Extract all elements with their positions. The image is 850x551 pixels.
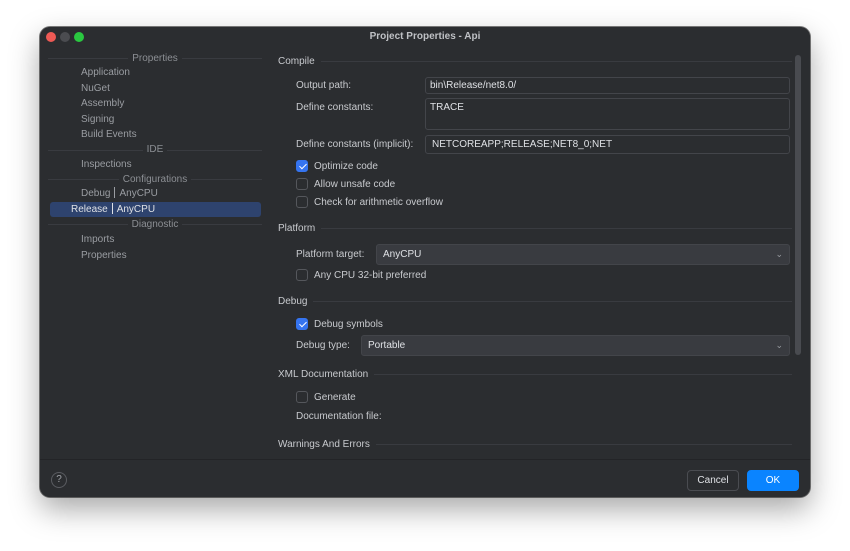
vertical-scrollbar[interactable] [795,55,801,355]
define-constants-label: Define constants: [296,102,374,113]
config-platform: AnyCPU [119,188,158,199]
ok-button[interactable]: OK [747,470,799,491]
prefer-32bit-checkbox[interactable]: Any CPU 32-bit preferred [296,269,426,281]
debug-symbols-checkbox[interactable]: Debug symbols [296,318,383,330]
arithmetic-overflow-checkbox[interactable]: Check for arithmetic overflow [296,196,443,208]
output-path-label: Output path: [296,80,352,91]
sidebar: Properties Application NuGet Assembly Si… [40,47,270,459]
sidebar-item-properties[interactable]: Properties [50,248,261,264]
separator [114,187,116,198]
section-xml-documentation: XML Documentation [278,369,792,380]
allow-unsafe-code-checkbox[interactable]: Allow unsafe code [296,178,395,190]
sidebar-section-ide: IDE [40,143,270,157]
sidebar-item-application[interactable]: Application [50,65,261,81]
sidebar-section-title: Configurations [118,173,192,185]
section-debug: Debug [278,296,792,307]
debug-type-label: Debug type: [296,340,350,351]
checkbox-unchecked-icon [296,178,308,190]
sidebar-section-title: IDE [142,144,168,155]
sidebar-item-inspections[interactable]: Inspections [50,157,261,173]
optimize-code-checkbox[interactable]: Optimize code [296,160,378,172]
section-title: XML Documentation [278,369,369,380]
define-implicit-label: Define constants (implicit): [296,139,414,150]
section-platform: Platform [278,223,792,234]
sidebar-item-debug-anycpu[interactable]: Debug AnyCPU [50,186,261,202]
sidebar-section-properties: Properties [40,51,270,65]
sidebar-item-imports[interactable]: Imports [50,232,261,248]
checkbox-checked-icon [296,160,308,172]
section-title: Warnings And Errors [278,439,370,450]
documentation-file-label: Documentation file: [296,411,382,422]
sidebar-section-title: Properties [128,52,182,64]
dropdown-value: AnyCPU [383,249,422,260]
config-platform: AnyCPU [116,203,156,215]
sidebar-item-nuget[interactable]: NuGet [50,81,261,97]
checkbox-label: Any CPU 32-bit preferred [314,269,427,281]
sidebar-item-assembly[interactable]: Assembly [50,96,261,112]
cancel-button[interactable]: Cancel [687,470,739,491]
section-title: Platform [278,223,316,234]
output-path-input[interactable]: bin\Release/net8.0/ [425,77,790,94]
section-warnings-and-errors: Warnings And Errors [278,439,792,450]
window-title: Project Properties - Api [369,31,481,42]
checkbox-checked-icon [296,318,308,330]
checkbox-label: Generate [314,391,356,403]
debug-type-dropdown[interactable]: Portable ⌄ [361,335,790,356]
section-title: Compile [278,56,315,67]
platform-target-label: Platform target: [296,249,365,260]
config-name: Release [71,203,108,215]
dialog-footer: ? Cancel OK [40,459,810,497]
sidebar-section-title: Diagnostic [127,218,183,230]
platform-target-dropdown[interactable]: AnyCPU ⌄ [376,244,790,265]
sidebar-section-diagnostic: Diagnostic [40,217,270,231]
checkbox-label: Check for arithmetic overflow [314,196,443,208]
sidebar-item-release-anycpu[interactable]: Release AnyCPU [50,201,261,217]
chevron-down-icon: ⌄ [775,340,783,350]
sidebar-section-configurations: Configurations [40,172,270,186]
checkbox-unchecked-icon [296,269,308,281]
checkbox-unchecked-icon [296,391,308,403]
sidebar-item-signing[interactable]: Signing [50,112,261,128]
dropdown-value: Portable [368,340,406,351]
settings-panel: Compile Output path: bin\Release/net8.0/… [270,47,810,459]
config-name: Debug [81,188,111,199]
sidebar-item-build-events[interactable]: Build Events [50,127,261,143]
generate-xml-doc-checkbox[interactable]: Generate [296,391,356,403]
checkbox-label: Optimize code [314,160,378,172]
chevron-down-icon: ⌄ [775,249,783,259]
separator [111,202,113,214]
section-title: Debug [278,296,308,307]
define-constants-input[interactable]: TRACE [425,98,790,130]
checkbox-unchecked-icon [296,196,308,208]
section-compile: Compile [278,56,792,67]
title-bar: Project Properties - Api [40,27,810,47]
help-icon[interactable]: ? [51,472,67,488]
checkbox-label: Debug symbols [314,318,383,330]
define-implicit-field: NETCOREAPP;RELEASE;NET8_0;NET [425,135,790,154]
project-properties-dialog: Project Properties - Api Properties Appl… [40,27,810,497]
checkbox-label: Allow unsafe code [314,178,396,190]
